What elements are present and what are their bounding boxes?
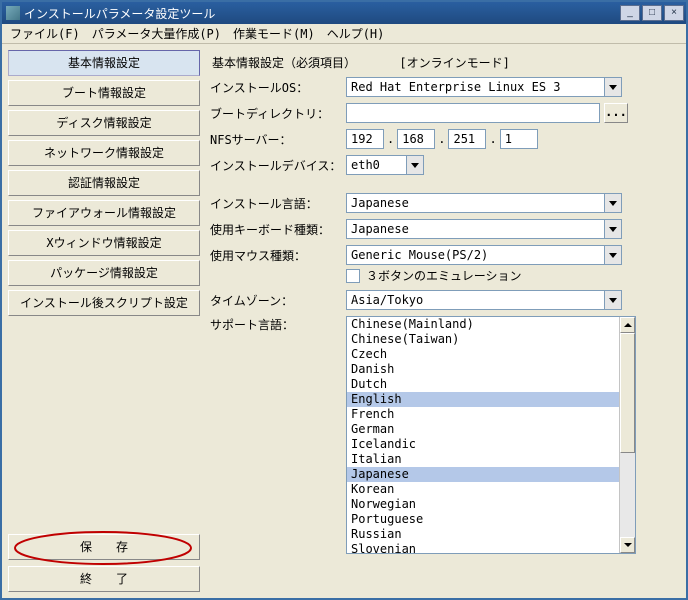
sidebar-item-xwindow[interactable]: Xウィンドウ情報設定 (8, 230, 200, 256)
nfs-ip-3[interactable]: 251 (448, 129, 486, 149)
mouse-select[interactable]: Generic Mouse(PS/2) (346, 245, 622, 265)
sidebar-item-disk[interactable]: ディスク情報設定 (8, 110, 200, 136)
install-os-select[interactable]: Red Hat Enterprise Linux ES 3 (346, 77, 622, 97)
scroll-down-button[interactable] (620, 537, 635, 553)
sidebar-item-package[interactable]: パッケージ情報設定 (8, 260, 200, 286)
nfs-ip-4[interactable]: 1 (500, 129, 538, 149)
ip-dot: . (489, 132, 496, 146)
maximize-button[interactable]: □ (642, 5, 662, 21)
list-item[interactable]: Chinese(Mainland) (347, 317, 619, 332)
main-panel: 基本情報設定（必須項目） [オンラインモード] インストールOS： Red Ha… (202, 48, 682, 594)
install-dev-select[interactable]: eth0 (346, 155, 424, 175)
exit-button[interactable]: 終了 (8, 566, 200, 592)
list-item[interactable]: Norwegian (347, 497, 619, 512)
boot-dir-input[interactable] (346, 103, 600, 123)
list-item[interactable]: Korean (347, 482, 619, 497)
support-lang-listbox[interactable]: Chinese(Mainland)Chinese(Taiwan)CzechDan… (346, 316, 636, 554)
window-title: インストールパラメータ設定ツール (24, 5, 620, 22)
list-item[interactable]: German (347, 422, 619, 437)
chevron-down-icon (604, 290, 622, 310)
sidebar-item-auth[interactable]: 認証情報設定 (8, 170, 200, 196)
window-controls: _ □ × (620, 5, 684, 21)
sidebar-item-network[interactable]: ネットワーク情報設定 (8, 140, 200, 166)
browse-button[interactable]: ... (604, 103, 628, 123)
menu-batch[interactable]: パラメータ大量作成(P) (92, 25, 221, 42)
label-mouse: 使用マウス種類： (210, 247, 346, 264)
list-item[interactable]: English (347, 392, 619, 407)
titlebar: インストールパラメータ設定ツール _ □ × (2, 2, 686, 24)
scroll-thumb[interactable] (620, 333, 635, 453)
list-item[interactable]: Czech (347, 347, 619, 362)
nfs-ip-2[interactable]: 168 (397, 129, 435, 149)
chevron-down-icon (604, 245, 622, 265)
install-lang-select[interactable]: Japanese (346, 193, 622, 213)
menubar: ファイル(F) パラメータ大量作成(P) 作業モード(M) ヘルプ(H) (2, 24, 686, 44)
app-icon (6, 6, 20, 20)
label-boot-dir: ブートディレクトリ： (210, 105, 346, 122)
emulation-checkbox[interactable] (346, 269, 360, 283)
sidebar-item-boot[interactable]: ブート情報設定 (8, 80, 200, 106)
minimize-button[interactable]: _ (620, 5, 640, 21)
content-area: 基本情報設定 ブート情報設定 ディスク情報設定 ネットワーク情報設定 認証情報設… (2, 44, 686, 598)
list-item[interactable]: Dutch (347, 377, 619, 392)
install-os-value: Red Hat Enterprise Linux ES 3 (346, 77, 604, 97)
list-item[interactable]: Danish (347, 362, 619, 377)
list-item[interactable]: French (347, 407, 619, 422)
label-keyboard: 使用キーボード種類： (210, 221, 346, 238)
save-button[interactable]: 保存 (8, 534, 200, 560)
sidebar-item-postscript[interactable]: インストール後スクリプト設定 (8, 290, 200, 316)
scroll-up-button[interactable] (620, 317, 635, 333)
label-nfs: NFSサーバー： (210, 131, 346, 148)
scrollbar[interactable] (619, 317, 635, 553)
sidebar-item-firewall[interactable]: ファイアウォール情報設定 (8, 200, 200, 226)
timezone-value: Asia/Tokyo (346, 290, 604, 310)
sidebar: 基本情報設定 ブート情報設定 ディスク情報設定 ネットワーク情報設定 認証情報設… (6, 48, 202, 594)
label-install-lang: インストール言語： (210, 195, 346, 212)
install-lang-value: Japanese (346, 193, 604, 213)
ip-dot: . (387, 132, 394, 146)
list-item[interactable]: Chinese(Taiwan) (347, 332, 619, 347)
label-timezone: タイムゾーン： (210, 292, 346, 309)
app-window: インストールパラメータ設定ツール _ □ × ファイル(F) パラメータ大量作成… (0, 0, 688, 600)
panel-heading: 基本情報設定（必須項目） [オンラインモード] (212, 54, 674, 71)
timezone-select[interactable]: Asia/Tokyo (346, 290, 622, 310)
nfs-ip-1[interactable]: 192 (346, 129, 384, 149)
keyboard-select[interactable]: Japanese (346, 219, 622, 239)
label-install-dev: インストールデバイス： (210, 157, 346, 174)
heading-mode: [オンラインモード] (399, 56, 509, 70)
save-button-label: 保存 (56, 540, 152, 554)
menu-file[interactable]: ファイル(F) (10, 25, 80, 42)
label-install-os: インストールOS： (210, 79, 346, 96)
sidebar-item-basic[interactable]: 基本情報設定 (8, 50, 200, 76)
chevron-down-icon (604, 77, 622, 97)
scroll-track[interactable] (620, 453, 635, 537)
list-item[interactable]: Japanese (347, 467, 619, 482)
close-button[interactable]: × (664, 5, 684, 21)
menu-mode[interactable]: 作業モード(M) (233, 25, 315, 42)
chevron-down-icon (406, 155, 424, 175)
ip-dot: . (438, 132, 445, 146)
list-item[interactable]: Italian (347, 452, 619, 467)
list-item[interactable]: Icelandic (347, 437, 619, 452)
menu-help[interactable]: ヘルプ(H) (327, 25, 385, 42)
list-item[interactable]: Russian (347, 527, 619, 542)
list-item[interactable]: Portuguese (347, 512, 619, 527)
exit-button-label: 終了 (56, 572, 152, 586)
chevron-down-icon (604, 193, 622, 213)
keyboard-value: Japanese (346, 219, 604, 239)
emulation-label: ３ボタンのエミュレーション (366, 267, 522, 284)
label-support-lang: サポート言語： (210, 316, 346, 333)
mouse-value: Generic Mouse(PS/2) (346, 245, 604, 265)
heading-title: 基本情報設定（必須項目） (212, 56, 356, 70)
list-item[interactable]: Slovenian (347, 542, 619, 553)
chevron-down-icon (604, 219, 622, 239)
install-dev-value: eth0 (346, 155, 406, 175)
